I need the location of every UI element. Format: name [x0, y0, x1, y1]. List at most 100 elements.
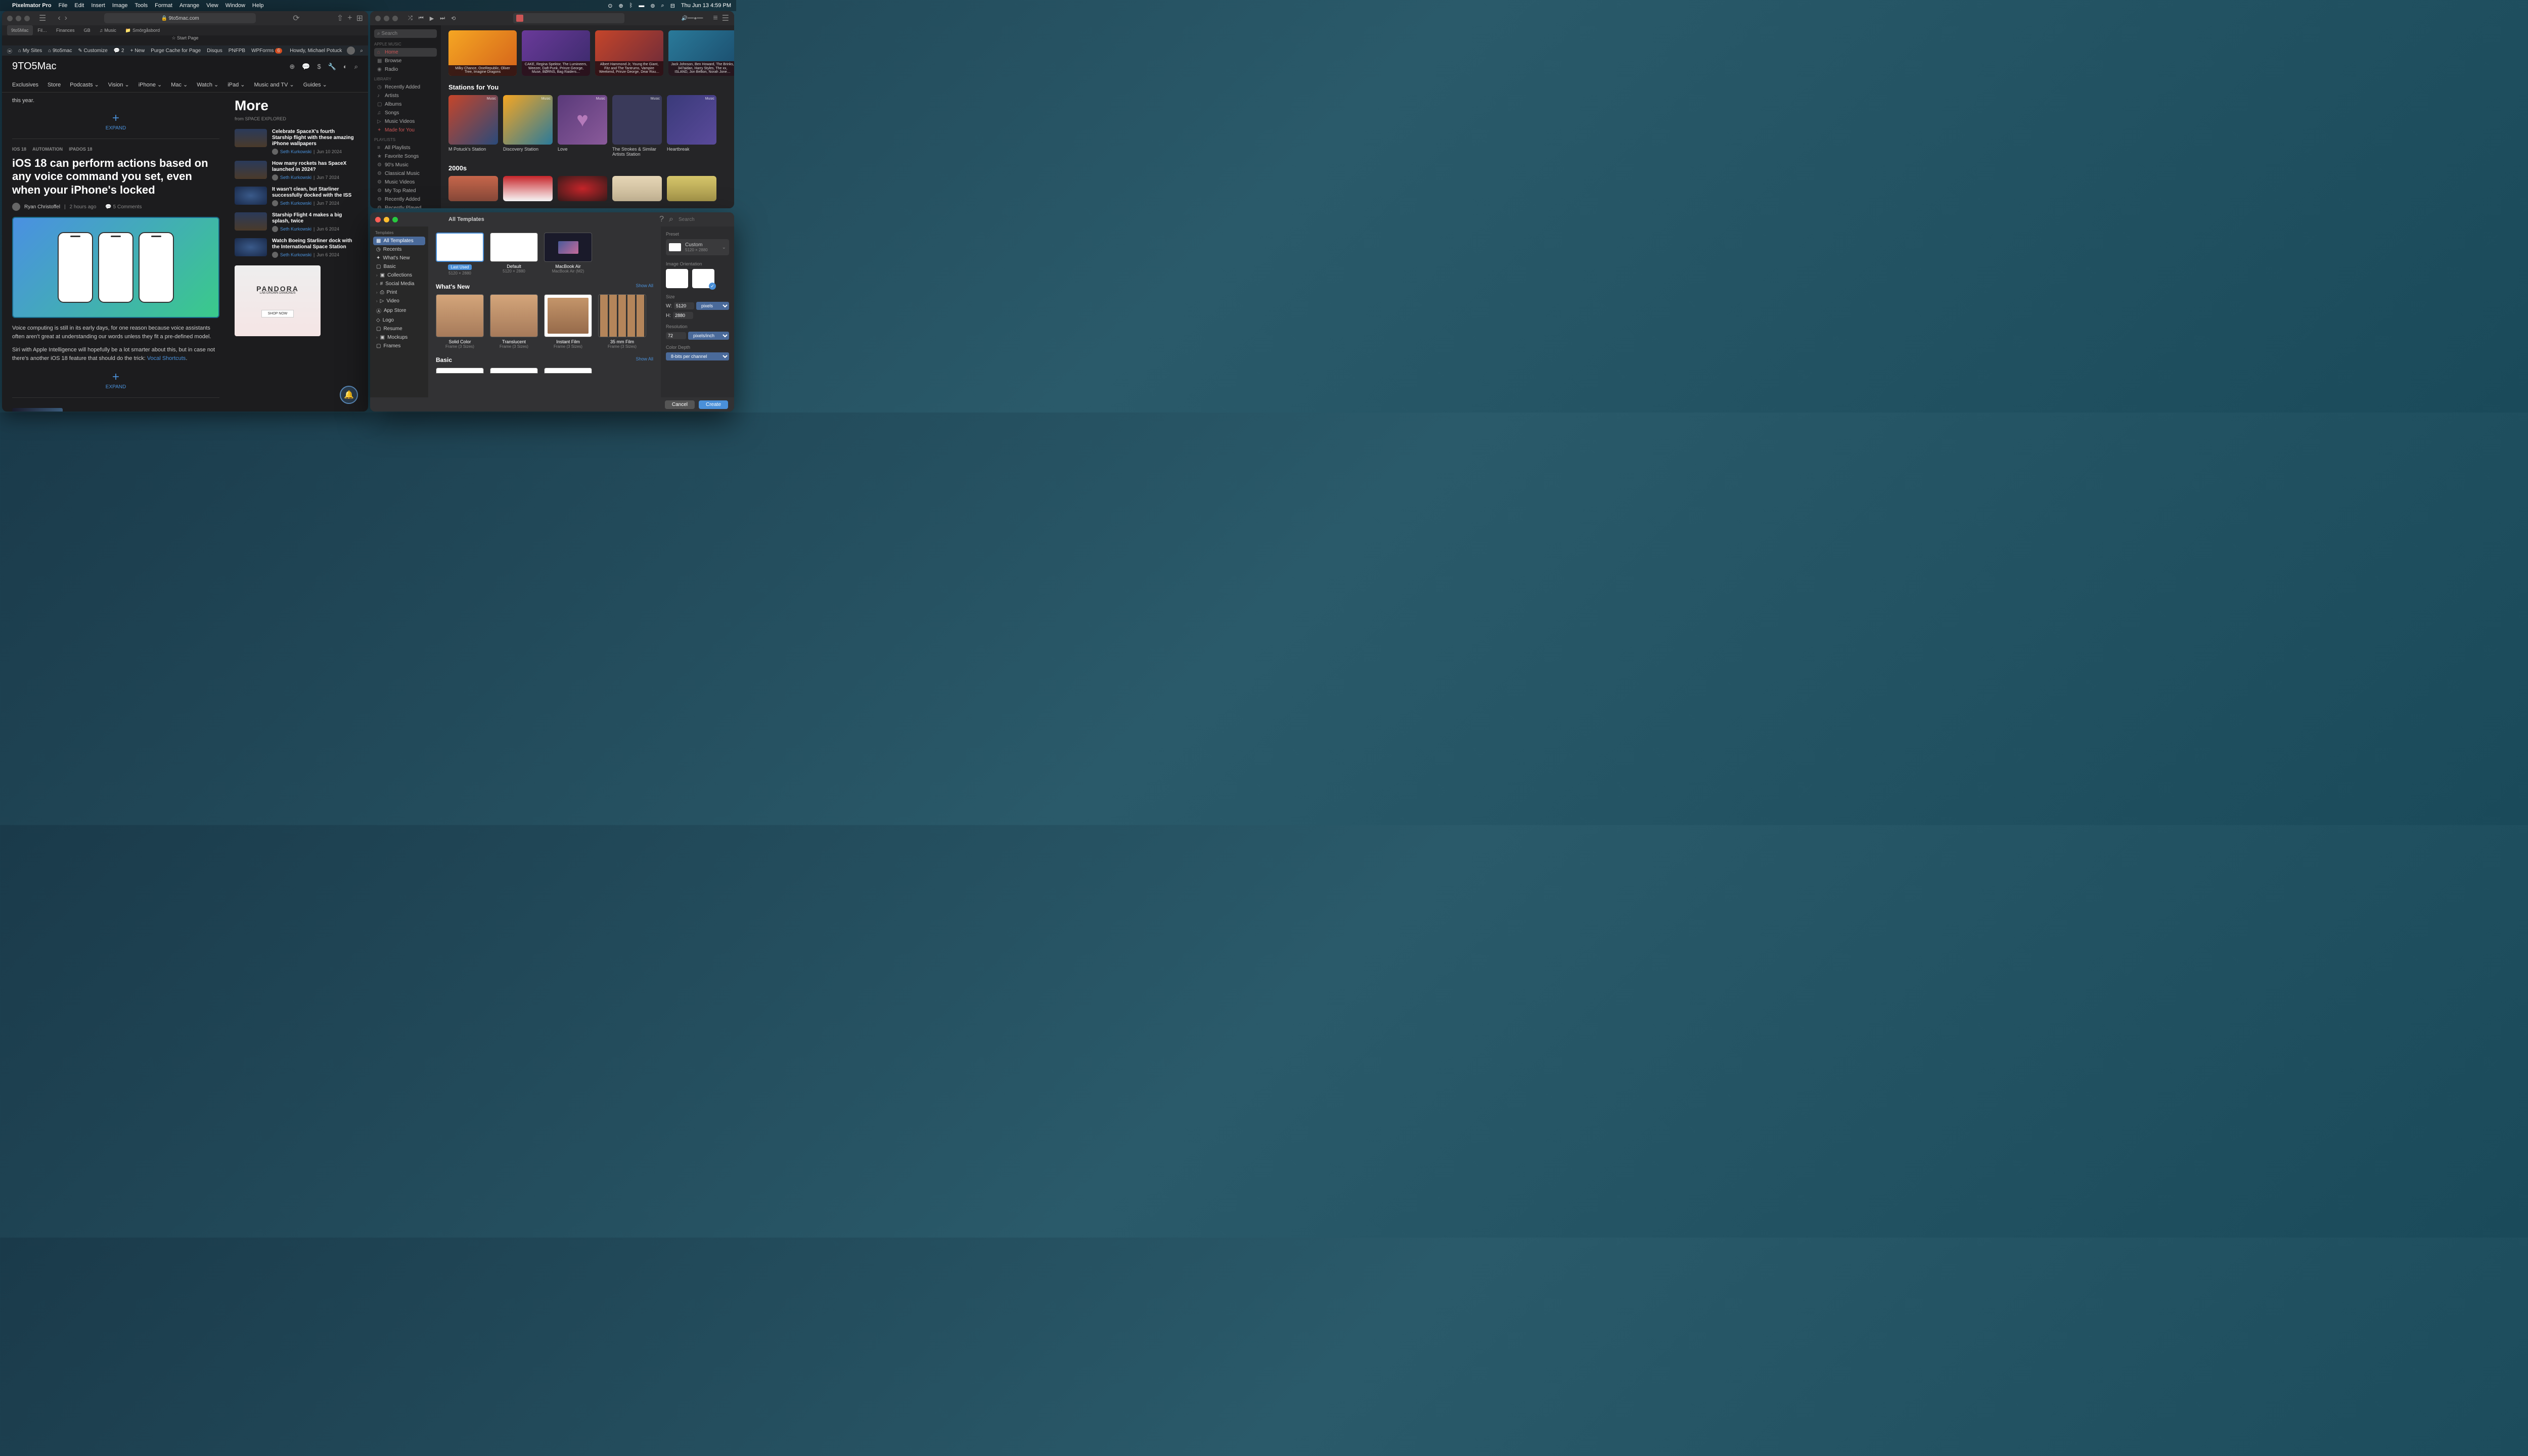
sidebar-item[interactable]: ▢Albums	[374, 100, 437, 109]
sidebar-item[interactable]: ≡All Playlists	[374, 144, 437, 152]
close-button[interactable]	[7, 16, 13, 21]
search-icon[interactable]: ⌕	[360, 48, 363, 54]
tab[interactable]: 9to5Mac	[7, 25, 33, 35]
advertisement[interactable]: PANDORA LAB-GROWN DIAMONDS SHOP NOW	[235, 265, 321, 336]
resolution-input[interactable]	[666, 332, 686, 339]
queue-icon[interactable]: ☰	[722, 13, 729, 23]
related-item[interactable]: How many rockets has SpaceX launched in …	[235, 161, 356, 180]
search-icon[interactable]: ⌕	[661, 3, 664, 9]
mix-card[interactable]: Albert Hammond Jr, Young the Giant, Fitz…	[595, 30, 663, 76]
hero-image[interactable]	[12, 217, 219, 318]
clock[interactable]: Thu Jun 13 4:59 PM	[681, 3, 731, 9]
sidebar-item-radio[interactable]: ◉Radio	[374, 65, 437, 74]
sidebar-item-resume[interactable]: ▢Resume	[373, 325, 425, 333]
nav-item[interactable]: iPad ⌄	[228, 81, 245, 88]
template-card[interactable]: Instant FilmFrame (3 Sizes)	[544, 294, 592, 349]
tab[interactable]: Fil…	[34, 25, 52, 35]
zoom-button[interactable]	[392, 217, 398, 222]
share-icon[interactable]: ⇧	[337, 13, 343, 23]
sidebar-item-print[interactable]: ›⎙Print	[373, 288, 425, 297]
comments-link[interactable]: 💬 5 Comments	[105, 204, 142, 210]
wp-mysites[interactable]: ⌂ My Sites	[18, 48, 42, 54]
nav-item[interactable]: Watch ⌄	[197, 81, 218, 88]
menu-window[interactable]: Window	[225, 3, 245, 9]
related-item[interactable]: It wasn't clean, but Starliner successfu…	[235, 187, 356, 206]
shuffle-icon[interactable]: ⤮	[408, 15, 413, 22]
sidebar-toggle-icon[interactable]: ☰	[39, 13, 46, 23]
new-tab-icon[interactable]: +	[347, 14, 352, 23]
notification-bell-icon[interactable]: 🔔	[340, 386, 358, 404]
back-button[interactable]: ‹	[58, 14, 60, 23]
sidebar-item[interactable]: ⚙Recently Added	[374, 195, 437, 204]
sidebar-item-browse[interactable]: ▦Browse	[374, 57, 437, 65]
station-card[interactable]: MusicM Potuck's Station	[448, 95, 498, 157]
template-card[interactable]: 35 mm FilmFrame (3 Sizes)	[598, 294, 646, 349]
lyrics-icon[interactable]: ≡	[713, 14, 717, 23]
prev-icon[interactable]: ⏮	[419, 15, 424, 22]
template-card[interactable]: Solid ColorFrame (3 Sizes)	[436, 294, 484, 349]
nav-item[interactable]: Guides ⌄	[303, 81, 327, 88]
color-depth-select[interactable]: 8-bits per channel	[666, 352, 729, 360]
sidebar-item[interactable]: ⚙Music Videos	[374, 178, 437, 187]
zoom-button[interactable]	[392, 16, 398, 21]
search-input[interactable]	[679, 217, 729, 222]
address-bar[interactable]: 🔒 9to5mac.com	[104, 13, 256, 23]
sidebar-item-all-templates[interactable]: ▦All Templates	[373, 237, 425, 245]
next-icon[interactable]: ⏭	[440, 15, 445, 22]
unit-select[interactable]: pixels	[696, 302, 729, 310]
wp-site[interactable]: ⌂ 9to5mac	[48, 48, 72, 54]
template-card[interactable]: TranslucentFrame (3 Sizes)	[490, 294, 538, 349]
tabs-icon[interactable]: ⊞	[356, 13, 363, 23]
station-card[interactable]: Music♥Love	[558, 95, 607, 157]
wp-pnfpb[interactable]: PNFPB	[229, 48, 245, 54]
repeat-icon[interactable]: ⟲	[451, 15, 456, 22]
sidebar-item[interactable]: ⚙90's Music	[374, 161, 437, 169]
tab[interactable]: ♫ Music	[96, 25, 120, 35]
album-card[interactable]	[558, 176, 607, 201]
related-item[interactable]: Watch Boeing Starliner dock with the Int…	[235, 238, 356, 258]
nav-item[interactable]: Mac ⌄	[171, 81, 188, 88]
show-all-link[interactable]: Show All	[636, 356, 653, 363]
reload-icon[interactable]: ⟳	[293, 13, 299, 23]
wp-customize[interactable]: ✎ Customize	[78, 48, 107, 54]
album-card[interactable]	[667, 176, 716, 201]
forward-button[interactable]: ›	[65, 14, 67, 23]
dollar-icon[interactable]: $	[317, 63, 321, 71]
avatar[interactable]	[347, 47, 355, 55]
start-page-label[interactable]: ☆ Start Page	[171, 35, 198, 46]
music-main[interactable]: Milky Chance, OneRepublic, Oliver Tree, …	[441, 25, 734, 208]
expand-button[interactable]: +EXPAND	[12, 111, 219, 131]
related-item[interactable]: Starship Flight 4 makes a big splash, tw…	[235, 212, 356, 232]
album-card[interactable]	[612, 176, 662, 201]
status-icon[interactable]: ⊙	[608, 3, 612, 9]
menu-image[interactable]: Image	[112, 3, 128, 9]
menu-help[interactable]: Help	[252, 3, 264, 9]
author-link[interactable]: Ryan Christoffel	[24, 204, 60, 210]
sidebar-item-whats-new[interactable]: ✦What's New	[373, 254, 425, 262]
control-center-icon[interactable]: ⊟	[670, 3, 675, 9]
plus-icon[interactable]: ⊕	[289, 63, 295, 71]
menu-view[interactable]: View	[206, 3, 218, 9]
search-icon[interactable]: ⌕	[354, 63, 358, 71]
orientation-portrait[interactable]	[666, 269, 688, 288]
sidebar-item-home[interactable]: ⌂Home	[374, 48, 437, 57]
chat-icon[interactable]: 💬	[302, 63, 310, 71]
tab[interactable]: 📁 Smörgåsbord	[121, 25, 164, 35]
app-name[interactable]: Pixelmator Pro	[12, 3, 52, 9]
sidebar-item-social[interactable]: ›#Social Media	[373, 280, 425, 288]
close-button[interactable]	[375, 16, 381, 21]
mix-card[interactable]: CAKE, Regina Spektor, The Lumineers, Wee…	[522, 30, 590, 76]
template-card[interactable]: MacBook AirMacBook Air (M2)	[544, 233, 592, 276]
nav-item[interactable]: Store	[48, 81, 61, 88]
preset-selector[interactable]: Custom5120 × 2880 ⌄	[666, 239, 729, 255]
tab[interactable]: GB	[80, 25, 95, 35]
minimize-button[interactable]	[384, 217, 389, 222]
menu-file[interactable]: File	[59, 3, 68, 9]
wp-purge[interactable]: Purge Cache for Page	[151, 48, 201, 54]
menu-tools[interactable]: Tools	[134, 3, 148, 9]
sidebar-item-collections[interactable]: ›▣Collections	[373, 271, 425, 280]
wp-comments[interactable]: 💬 2	[114, 48, 124, 54]
sidebar-item-video[interactable]: ›▷Video	[373, 297, 425, 305]
zoom-button[interactable]	[24, 16, 30, 21]
sidebar-item-appstore[interactable]: ⒶApp Store	[373, 305, 425, 316]
